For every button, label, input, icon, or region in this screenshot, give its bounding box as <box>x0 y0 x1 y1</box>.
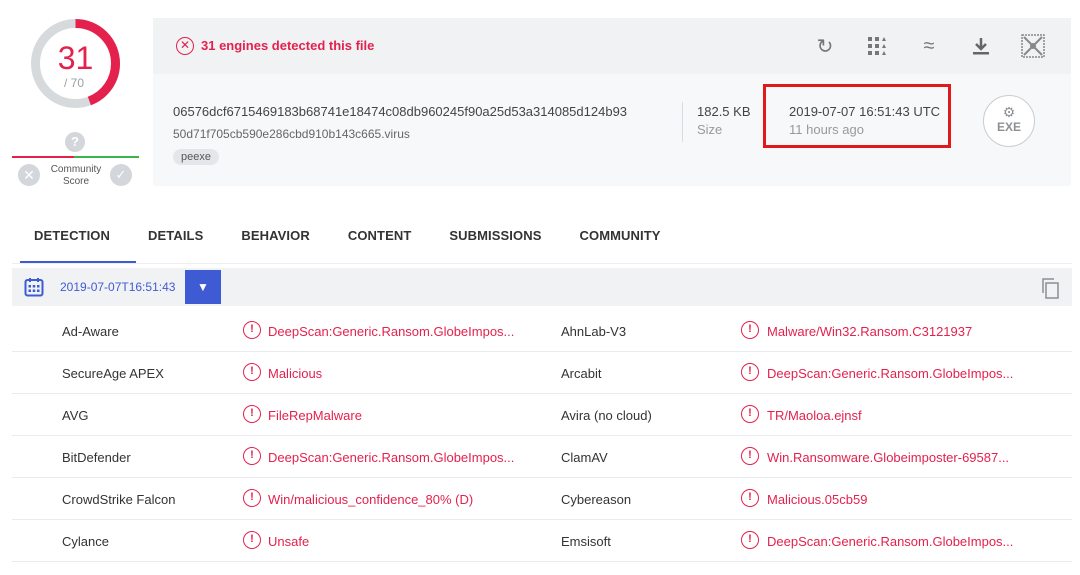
tab-details[interactable]: DETAILS <box>148 220 203 264</box>
engine-name: AhnLab-V3 <box>561 324 627 339</box>
copy-icon-graphic <box>1042 278 1059 299</box>
detection-score-ring: 31 / 70 <box>28 16 123 111</box>
community-score: ? ✕ Community Score ✓ <box>12 132 140 192</box>
detection-result[interactable]: Win/malicious_confidence_80% (D) <box>268 492 473 507</box>
alert-icon: ! <box>243 489 261 507</box>
detection-summary: 31 engines detected this file <box>201 38 375 53</box>
community-good-bar <box>74 156 139 158</box>
chevron-down-icon[interactable]: ▼ <box>185 270 221 304</box>
community-label-line2: Score <box>62 176 90 187</box>
detection-result[interactable]: Malicious <box>268 366 322 381</box>
engine-name: Ad-Aware <box>62 324 119 339</box>
tab-behavior[interactable]: BEHAVIOR <box>241 220 309 264</box>
engine-name: Cylance <box>62 534 109 549</box>
file-type-badge: ⚙ EXE <box>983 95 1035 147</box>
detection-result[interactable]: DeepScan:Generic.Ransom.GlobeImpos... <box>268 450 514 465</box>
table-row: CrowdStrike Falcon ! Win/malicious_confi… <box>12 478 1072 520</box>
date-highlight-box <box>763 84 951 148</box>
alert-icon: ! <box>741 489 759 507</box>
community-score-bar <box>12 156 139 158</box>
engine-total: / 70 <box>63 76 84 90</box>
file-tag[interactable]: peexe <box>173 149 219 165</box>
question-icon[interactable]: ? <box>65 132 85 152</box>
engine-name: Emsisoft <box>561 534 611 549</box>
engine-name: ClamAV <box>561 450 608 465</box>
alert-icon: ! <box>243 363 261 381</box>
similar-icon[interactable]: ≈ <box>903 32 955 60</box>
tabs-divider <box>12 263 1072 264</box>
analysis-date-select[interactable]: 2019-07-07T16:51:43 <box>60 280 175 294</box>
reanalyze-icon[interactable]: ↻ <box>799 32 851 60</box>
table-row: BitDefender ! DeepScan:Generic.Ransom.Gl… <box>12 436 1072 478</box>
file-name: 50d71f705cb590e286cbd910b143c665.virus <box>173 127 410 141</box>
community-label-line1: Community <box>50 164 102 175</box>
engine-name: BitDefender <box>62 450 131 465</box>
download-icon[interactable] <box>955 32 1007 60</box>
tab-submissions[interactable]: SUBMISSIONS <box>449 220 541 264</box>
community-score-label: Community Score <box>46 164 106 188</box>
report-tabs: DETECTION DETAILS BEHAVIOR CONTENT SUBMI… <box>19 220 699 264</box>
detection-result[interactable]: DeepScan:Generic.Ransom.GlobeImpos... <box>767 534 1013 549</box>
alert-icon: ! <box>741 531 759 549</box>
tab-detection[interactable]: DETECTION <box>19 220 137 264</box>
detection-banner: ✕ 31 engines detected this file ↻ ≈ <box>153 18 1071 74</box>
graph-icon[interactable] <box>851 32 903 60</box>
detection-table: Ad-Aware ! DeepScan:Generic.Ransom.Globe… <box>12 310 1072 562</box>
tab-content[interactable]: CONTENT <box>348 220 412 264</box>
grid-icon-graphic <box>868 37 886 55</box>
table-row: SecureAge APEX ! Malicious Arcabit ! Dee… <box>12 352 1072 394</box>
alert-icon: ! <box>741 363 759 381</box>
divider <box>682 102 683 142</box>
table-row: Cylance ! Unsafe Emsisoft ! DeepScan:Gen… <box>12 520 1072 562</box>
detection-result[interactable]: DeepScan:Generic.Ransom.GlobeImpos... <box>268 324 514 339</box>
vote-harmful-icon[interactable]: ✕ <box>18 164 40 186</box>
detection-result[interactable]: Win.Ransomware.Globeimposter-69587... <box>767 450 1009 465</box>
detection-result[interactable]: Unsafe <box>268 534 309 549</box>
alert-icon: ! <box>243 531 261 549</box>
calendar-icon-graphic <box>24 278 44 297</box>
detection-result[interactable]: FileRepMalware <box>268 408 362 423</box>
alert-icon: ! <box>243 321 261 339</box>
detection-result[interactable]: Malicious.05cb59 <box>767 492 867 507</box>
alert-icon: ! <box>741 447 759 465</box>
file-actions: ↻ ≈ <box>799 32 1059 60</box>
table-row: Ad-Aware ! DeepScan:Generic.Ransom.Globe… <box>12 310 1072 352</box>
detection-count: 31 <box>57 40 94 76</box>
file-summary-card: ✕ 31 engines detected this file ↻ ≈ 0657… <box>153 18 1071 186</box>
engine-name: CrowdStrike Falcon <box>62 492 176 507</box>
detection-result[interactable]: Malware/Win32.Ransom.C3121937 <box>767 324 972 339</box>
community-bad-bar <box>12 156 74 158</box>
alert-icon: ! <box>741 405 759 423</box>
graph-view-icon[interactable] <box>1007 32 1059 60</box>
detection-result[interactable]: DeepScan:Generic.Ransom.GlobeImpos... <box>767 366 1013 381</box>
engine-name: AVG <box>62 408 89 423</box>
vote-harmless-icon[interactable]: ✓ <box>110 164 132 186</box>
engine-name: Avira (no cloud) <box>561 408 652 423</box>
download-icon-graphic <box>973 38 989 55</box>
detection-result[interactable]: TR/Maoloa.ejnsf <box>767 408 862 423</box>
file-size-label: Size <box>697 122 723 137</box>
alert-icon: ! <box>741 321 759 339</box>
exe-icon: ⚙ <box>1002 104 1016 120</box>
file-size: 182.5 KB <box>697 104 751 119</box>
calendar-icon <box>24 277 44 297</box>
alert-icon: ! <box>243 447 261 465</box>
graph-view-icon-graphic <box>1021 34 1045 58</box>
file-type-label: EXE <box>996 120 1021 134</box>
engine-name: Arcabit <box>561 366 602 381</box>
tab-community[interactable]: COMMUNITY <box>580 220 661 264</box>
x-circle-icon: ✕ <box>176 37 194 55</box>
analysis-date-bar: 2019-07-07T16:51:43 ▼ <box>12 268 1072 306</box>
engine-name: SecureAge APEX <box>62 366 164 381</box>
copy-icon[interactable] <box>1040 277 1060 299</box>
file-hash[interactable]: 06576dcf6715469183b68741e18474c08db96024… <box>173 104 627 119</box>
table-row: AVG ! FileRepMalware Avira (no cloud) ! … <box>12 394 1072 436</box>
alert-icon: ! <box>243 405 261 423</box>
engine-name: Cybereason <box>561 492 632 507</box>
